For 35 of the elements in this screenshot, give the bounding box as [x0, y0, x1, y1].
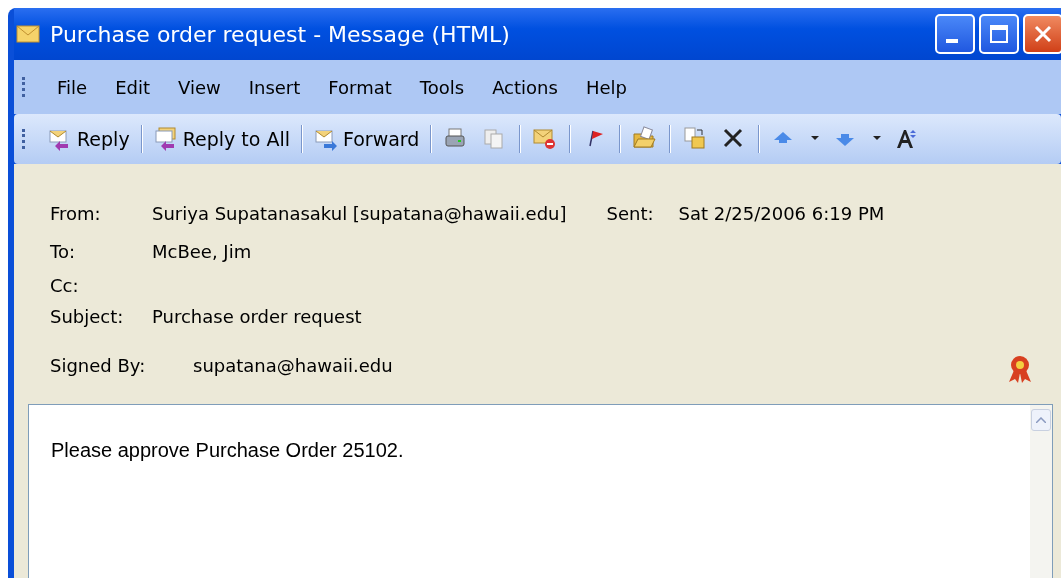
field-label: Sent:: [606, 202, 655, 224]
envelope-icon: [16, 25, 40, 43]
menu-item[interactable]: Help: [577, 76, 635, 98]
maximize-button[interactable]: [979, 14, 1019, 54]
menu-item[interactable]: Format: [320, 76, 400, 98]
maximize-icon: [988, 23, 1010, 45]
ribbon-icon[interactable]: [1007, 354, 1033, 384]
field-label: Signed By:: [50, 354, 147, 376]
menu-item[interactable]: Tools: [411, 76, 473, 98]
menu-item[interactable]: Insert: [240, 76, 309, 98]
signer: supatana@hawaii.edu: [193, 354, 393, 376]
field-label: Cc:: [50, 275, 80, 296]
menu-item[interactable]: Edit: [107, 76, 158, 98]
field-label: Subject:: [50, 306, 125, 327]
message-text: Please approve Purchase Order 25102.: [51, 439, 404, 461]
recipient: McBee, Jim: [152, 240, 252, 262]
window-title: Purchase order request - Message (HTML): [50, 21, 511, 47]
sent-date: Sat 2/25/2006 6:19 PM: [678, 202, 885, 224]
menu-item[interactable]: File: [49, 76, 96, 98]
minimize-button[interactable]: [935, 14, 975, 54]
toolbar-button[interactable]: Forward: [311, 126, 422, 152]
close-icon: [1032, 23, 1054, 45]
field-label: To:: [50, 240, 76, 262]
scrollbar[interactable]: [1030, 405, 1052, 578]
menu-item[interactable]: View: [170, 76, 229, 98]
scroll-up-button[interactable]: [1031, 409, 1051, 431]
minimize-icon: [946, 39, 958, 43]
toolbar-button[interactable]: Reply: [46, 126, 132, 152]
sender: Suriya Supatanasakul [supatana@hawaii.edu]: [152, 202, 567, 224]
subject: Purchase order request: [152, 306, 362, 327]
close-button[interactable]: [1023, 14, 1061, 54]
field-label: From:: [50, 202, 102, 224]
toolbar-button[interactable]: Reply to All: [151, 126, 292, 152]
menu-item[interactable]: Actions: [484, 76, 566, 98]
up-caret-icon: [1036, 417, 1046, 423]
